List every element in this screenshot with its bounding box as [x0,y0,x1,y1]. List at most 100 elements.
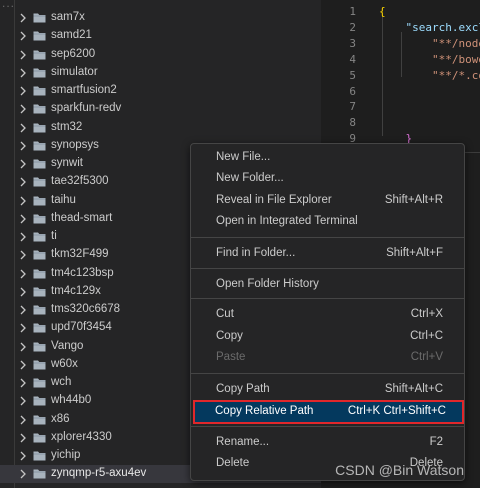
context-menu: New File... New Folder... Reveal in File E… [190,143,465,481]
folder-item[interactable]: stm32 [0,119,321,137]
folder-label: xplorer4330 [51,430,112,443]
chevron-right-icon[interactable] [18,84,28,98]
menu-item-label: Open Folder History [216,278,319,290]
chevron-right-icon[interactable] [18,413,28,427]
menu-item-shortcut: Ctrl+C [410,330,443,342]
folder-item[interactable]: smartfusion2 [0,82,321,100]
chevron-right-icon[interactable] [18,194,28,208]
menu-item-shortcut: Ctrl+K Ctrl+Shift+C [347,405,446,417]
menu-item-new-folder[interactable]: New Folder... [196,169,459,189]
folder-icon [33,122,46,133]
menu-item-reveal-in-file-explorer[interactable]: Reveal in File Explorer Shift+Alt+R [196,191,459,211]
folder-label: tm4c129x [51,284,101,297]
chevron-right-icon[interactable] [18,230,28,244]
menu-separator [191,373,464,374]
menu-item-label: Open in Integrated Terminal [216,215,358,227]
menu-item-shortcut: Ctrl+V [410,351,443,363]
watermark: CSDN @Bin Watson [335,462,464,478]
chevron-right-icon[interactable] [18,340,28,354]
menu-item-find-in-folder[interactable]: Find in Folder... Shift+Alt+F [196,244,459,264]
folder-label: wh44b0 [51,394,92,407]
menu-item-cut[interactable]: Cut Ctrl+X [196,305,459,325]
chevron-right-icon[interactable] [18,449,28,463]
folder-label: tms320c6678 [51,303,121,315]
menu-item-open-folder-history[interactable]: Open Folder History [196,275,459,295]
folder-label: tae32f5300 [51,175,109,188]
chevron-right-icon[interactable] [18,139,28,153]
line-number: 6 [349,84,356,98]
line-number: 4 [349,52,356,66]
chevron-right-icon[interactable] [18,212,28,226]
folder-icon [33,30,46,41]
folder-item[interactable]: samd21 [0,27,321,45]
folder-icon [33,231,46,242]
menu-item-shortcut: Shift+Alt+F [386,247,443,259]
chevron-right-icon[interactable] [18,467,28,481]
folder-label: Vango [51,339,84,352]
folder-label: sparkfun-redv [51,102,122,115]
folder-icon [33,140,46,151]
chevron-right-icon[interactable] [18,157,28,171]
folder-label: upd70f3454 [51,321,112,334]
menu-item-label: New File... [216,151,271,163]
chevron-right-icon[interactable] [18,102,28,116]
chevron-right-icon[interactable] [18,66,28,80]
menu-item-copy-relative-path[interactable]: Copy Relative Path Ctrl+K Ctrl+Shift+C [193,400,464,424]
code-line: "**/node [379,36,480,50]
chevron-right-icon[interactable] [18,121,28,135]
folder-item[interactable]: sam7x [0,9,321,27]
line-number: 1 [349,5,356,18]
folder-icon [33,377,46,388]
chevron-right-icon[interactable] [18,285,28,299]
folder-item[interactable]: sparkfun-redv [0,100,321,118]
line-number: 3 [349,36,356,50]
menu-item-label: Copy Path [216,383,270,395]
folder-label: sam7x [51,11,85,23]
menu-item-new-file[interactable]: New File... [196,148,459,168]
chevron-right-icon[interactable] [18,376,28,390]
folder-icon [33,158,46,169]
folder-icon [33,322,46,333]
folder-icon [33,432,46,443]
folder-icon [33,450,46,461]
folder-item[interactable]: sep6200 [0,46,321,64]
folder-item[interactable]: simulator [0,64,321,82]
folder-label: x86 [51,412,70,425]
code-line: { [379,5,386,18]
menu-item-shortcut: Shift+Alt+C [384,383,443,395]
line-number: 5 [349,68,356,82]
folder-icon [33,12,46,23]
chevron-right-icon[interactable] [18,358,28,372]
chevron-right-icon[interactable] [18,394,28,408]
menu-item-shortcut: Shift+Alt+R [384,194,443,206]
chevron-right-icon[interactable] [18,267,28,281]
folder-label: tm4c123bsp [51,266,114,279]
menu-item-copy[interactable]: Copy Ctrl+C [196,327,459,347]
code-line: "**/*.co [379,68,480,82]
menu-item-open-in-integrated-terminal[interactable]: Open in Integrated Terminal [196,212,459,232]
chevron-right-icon[interactable] [18,248,28,262]
code-line: "**/bowe [379,52,480,66]
folder-icon [33,286,46,297]
menu-separator [191,237,464,238]
folder-icon [33,341,46,352]
chevron-right-icon[interactable] [18,321,28,335]
folder-icon [33,395,46,406]
chevron-right-icon[interactable] [18,431,28,445]
chevron-right-icon[interactable] [18,303,28,317]
menu-item-rename[interactable]: Rename... F2 [196,433,459,453]
folder-label: ti [51,230,57,242]
chevron-right-icon[interactable] [18,48,28,62]
chevron-right-icon[interactable] [18,11,28,25]
menu-item-label: Copy [216,330,243,342]
chevron-right-icon[interactable] [18,175,28,189]
code-line: "search.excl [379,20,480,34]
line-number: 7 [349,100,356,114]
folder-icon [33,268,46,279]
menu-item-label: Reveal in File Explorer [216,194,332,206]
menu-item-copy-path[interactable]: Copy Path Shift+Alt+C [196,380,459,400]
folder-label: thead-smart [51,211,113,224]
chevron-right-icon[interactable] [18,29,28,43]
folder-label: simulator [51,65,98,78]
folder-label: samd21 [51,29,92,42]
